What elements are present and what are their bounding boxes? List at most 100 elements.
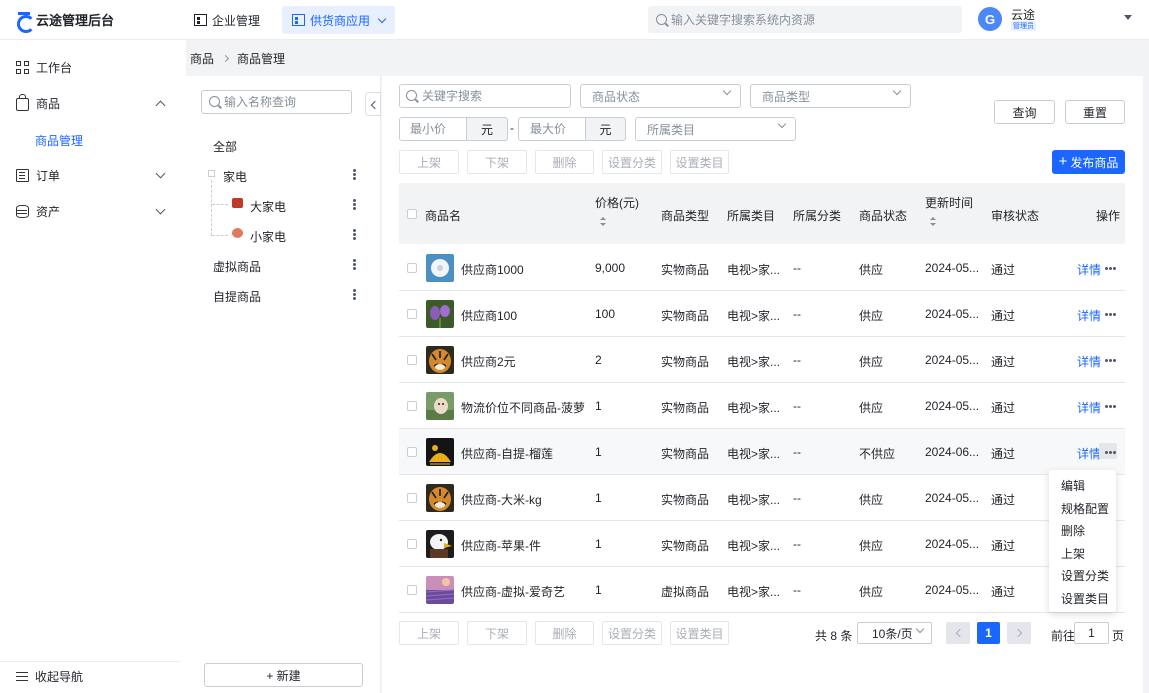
tree-node-appliance[interactable]: 家电	[223, 168, 247, 185]
delete-button[interactable]: 删除	[535, 150, 594, 174]
tree-node-virtual[interactable]: 虚拟商品	[213, 258, 261, 275]
more-horizontal-icon[interactable]	[1109, 313, 1112, 316]
detail-link[interactable]: 详情	[1077, 307, 1101, 324]
more-vertical-icon[interactable]	[353, 233, 356, 236]
tree-expand-icon[interactable]	[208, 170, 215, 177]
column-header-price[interactable]: 价格(元)	[595, 194, 639, 211]
breadcrumb-root[interactable]: 商品	[190, 50, 214, 67]
row-checkbox[interactable]	[407, 493, 417, 503]
more-vertical-icon[interactable]	[353, 173, 356, 176]
row-menu-item[interactable]: 设置类目	[1061, 590, 1109, 607]
table-row[interactable]: 供应商1000 9,000 实物商品 电视>家... -- 供应 2024-05... 通过 详…	[399, 245, 1125, 291]
more-horizontal-icon[interactable]	[1109, 359, 1112, 362]
detail-link[interactable]: 详情	[1077, 353, 1101, 370]
tree-node-big-appliance[interactable]: 大家电	[250, 198, 286, 215]
sidebar-item-goods[interactable]: 商品	[0, 89, 180, 117]
product-name[interactable]: 供应商2元	[461, 353, 516, 370]
product-name[interactable]: 供应商-大米-kg	[461, 491, 542, 508]
row-menu-item[interactable]: 规格配置	[1061, 500, 1109, 517]
set-category-button[interactable]: 设置类目	[670, 621, 729, 645]
query-button[interactable]: 查询	[994, 100, 1055, 124]
next-page-button[interactable]	[1007, 622, 1031, 644]
avatar[interactable]: G	[978, 7, 1002, 31]
row-checkbox[interactable]	[407, 585, 417, 595]
set-category-button[interactable]: 设置类目	[670, 150, 729, 174]
tree-search-input[interactable]	[201, 90, 352, 114]
more-vertical-icon[interactable]	[353, 263, 356, 266]
goto-page-input[interactable]: 1	[1074, 622, 1109, 644]
table-row[interactable]: 供应商100 100 实物商品 电视>家... -- 供应 2024-05... 通过 详情	[399, 291, 1125, 337]
global-search-input[interactable]	[648, 6, 962, 33]
delete-button[interactable]: 删除	[535, 621, 594, 645]
row-checkbox[interactable]	[407, 263, 417, 273]
product-name[interactable]: 物流价位不同商品-菠萝	[461, 399, 585, 416]
max-price-input[interactable]	[518, 117, 586, 141]
row-checkbox[interactable]	[407, 447, 417, 457]
publish-goods-button[interactable]: + 发布商品	[1052, 150, 1125, 174]
table-row[interactable]: 供应商-大米-kg 1 实物商品 电视>家... -- 供应 2024-05... 通过	[399, 475, 1125, 521]
tree-node-pickup[interactable]: 自提商品	[213, 288, 261, 305]
more-horizontal-icon[interactable]	[1109, 451, 1112, 454]
row-checkbox[interactable]	[407, 539, 417, 549]
sidebar-item-workbench[interactable]: 工作台	[0, 53, 180, 81]
detail-link[interactable]: 详情	[1077, 261, 1101, 278]
detail-link[interactable]: 详情	[1077, 445, 1101, 462]
app-logo[interactable]: 云途管理后台	[16, 10, 114, 33]
row-checkbox[interactable]	[407, 401, 417, 411]
column-header-updated[interactable]: 更新时间	[925, 194, 973, 211]
tree-node-small-appliance[interactable]: 小家电	[250, 228, 286, 245]
tree-node-all[interactable]: 全部	[213, 138, 237, 155]
sort-icon[interactable]	[600, 217, 606, 227]
on-shelf-button[interactable]: 上架	[399, 621, 459, 645]
off-shelf-button[interactable]: 下架	[467, 150, 527, 174]
row-menu-item[interactable]: 设置分类	[1061, 567, 1109, 584]
product-name[interactable]: 供应商-虚拟-爱奇艺	[461, 583, 565, 600]
table-row[interactable]: 供应商2元 2 实物商品 电视>家... -- 供应 2024-05... 通过 详情	[399, 337, 1125, 383]
status-select[interactable]: 商品状态	[580, 84, 741, 108]
product-price: 1	[595, 445, 602, 459]
table-row[interactable]: 供应商-虚拟-爱奇艺 1 虚拟商品 电视>家... -- 供应 2024-05... 通过	[399, 567, 1125, 613]
new-category-button[interactable]: + 新建	[204, 663, 363, 687]
table-row[interactable]: 物流价位不同商品-菠萝 1 实物商品 电视>家... -- 供应 2024-05... 通过 详…	[399, 383, 1125, 429]
product-name[interactable]: 供应商-自提-榴莲	[461, 445, 553, 462]
more-horizontal-icon[interactable]	[1109, 267, 1112, 270]
on-shelf-button[interactable]: 上架	[399, 150, 459, 174]
category-select[interactable]: 所属类目	[635, 117, 796, 141]
sidebar-item-orders[interactable]: 订单	[0, 161, 180, 189]
sort-icon[interactable]	[930, 217, 936, 227]
keyword-search-input[interactable]	[399, 84, 571, 108]
panel-collapse-toggle[interactable]	[365, 92, 381, 116]
row-menu-item[interactable]: 删除	[1061, 522, 1085, 539]
sidebar-item-assets[interactable]: 资产	[0, 197, 180, 225]
row-menu-item[interactable]: 上架	[1061, 545, 1085, 562]
page-number-button[interactable]: 1	[977, 622, 1000, 644]
page-size-select[interactable]: 10条/页	[857, 622, 932, 644]
row-checkbox[interactable]	[407, 355, 417, 365]
more-button-bg[interactable]	[1099, 443, 1117, 459]
product-name[interactable]: 供应商-苹果-件	[461, 537, 541, 554]
caret-down-icon[interactable]	[1124, 15, 1132, 20]
more-vertical-icon[interactable]	[353, 293, 356, 296]
nav-supplier-label: 供货商应用	[310, 13, 371, 28]
nav-supplier-app[interactable]: 供货商应用	[282, 6, 396, 34]
sidebar-item-goods-manage[interactable]: 商品管理	[0, 127, 180, 153]
table-row[interactable]: 供应商-自提-榴莲 1 实物商品 电视>家... -- 不供应 2024-06... 通过 详情	[399, 429, 1125, 475]
prev-page-button[interactable]	[946, 622, 970, 644]
more-vertical-icon[interactable]	[353, 203, 356, 206]
select-all-checkbox[interactable]	[407, 209, 417, 219]
product-name[interactable]: 供应商1000	[461, 261, 524, 278]
table-row[interactable]: 供应商-苹果-件 1 实物商品 电视>家... -- 供应 2024-05... 通过	[399, 521, 1125, 567]
type-select[interactable]: 商品类型	[750, 84, 911, 108]
product-name[interactable]: 供应商100	[461, 307, 517, 324]
set-class-button[interactable]: 设置分类	[602, 150, 662, 174]
set-class-button[interactable]: 设置分类	[602, 621, 662, 645]
row-checkbox[interactable]	[407, 309, 417, 319]
reset-button[interactable]: 重置	[1065, 100, 1125, 124]
nav-enterprise[interactable]: 企业管理	[184, 6, 270, 34]
sidebar-collapse-button[interactable]: 收起导航	[0, 661, 180, 691]
more-horizontal-icon[interactable]	[1109, 405, 1112, 408]
off-shelf-button[interactable]: 下架	[467, 621, 527, 645]
min-price-input[interactable]	[399, 117, 467, 141]
row-menu-item[interactable]: 编辑	[1061, 477, 1085, 494]
detail-link[interactable]: 详情	[1077, 399, 1101, 416]
